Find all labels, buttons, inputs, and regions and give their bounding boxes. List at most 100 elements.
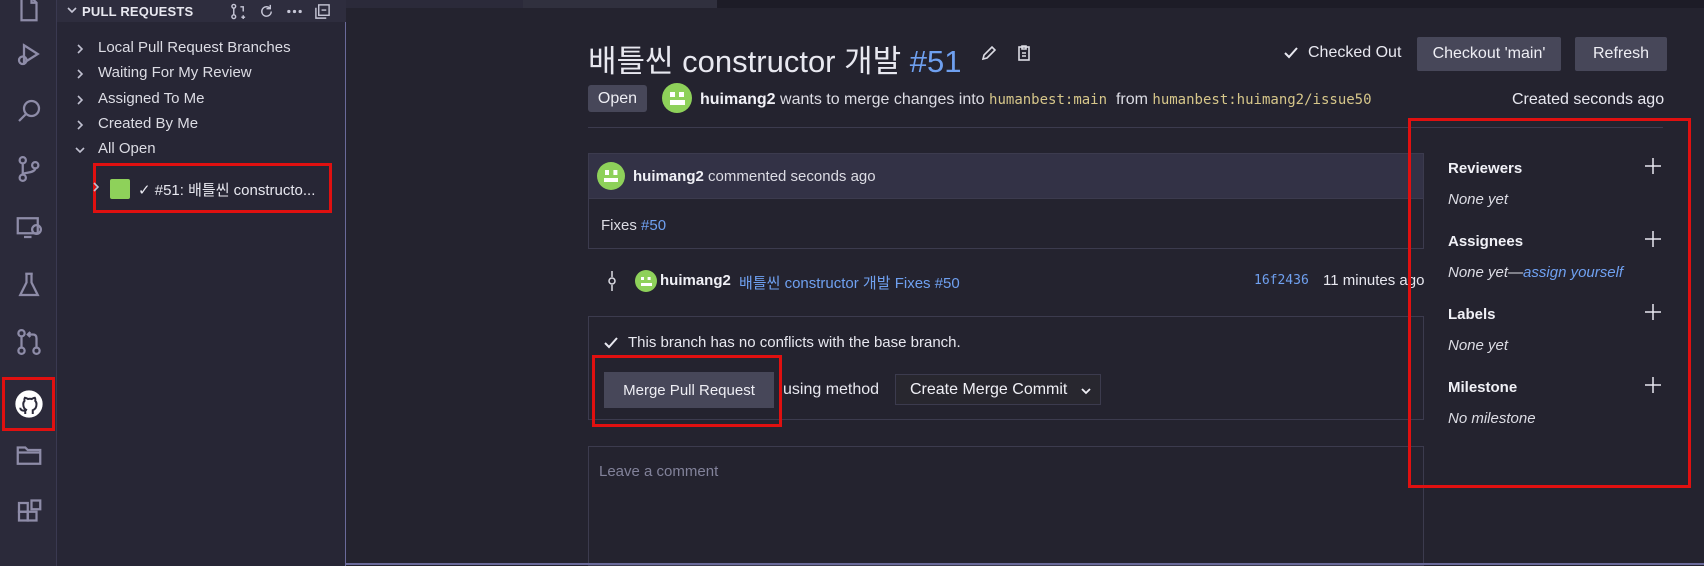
chevron-right-icon xyxy=(74,42,86,54)
merge-box: This branch has no conflicts with the ba… xyxy=(588,316,1424,427)
pr-number[interactable]: #51 xyxy=(910,44,962,79)
labels-title: Labels xyxy=(1448,306,1496,323)
tab-strip-empty xyxy=(717,0,1704,8)
merge-status: This branch has no conflicts with the ba… xyxy=(603,334,961,351)
comment-placeholder: Leave a comment xyxy=(599,463,719,480)
commit-sha[interactable]: 16f2436 xyxy=(1254,273,1309,288)
comment-author[interactable]: huimang2 xyxy=(633,168,704,185)
comment-meta: huimang2 commented seconds ago xyxy=(633,168,876,185)
collapse-all-icon[interactable] xyxy=(313,2,331,20)
extensions-icon[interactable] xyxy=(6,490,52,536)
tree-item-all-open[interactable]: All Open xyxy=(57,136,346,161)
tree-item-waiting-review[interactable]: Waiting For My Review xyxy=(57,60,346,85)
tree-item-assigned-to-me[interactable]: Assigned To Me xyxy=(57,86,346,111)
author-name[interactable]: huimang2 xyxy=(700,91,776,108)
tree-item-label: Assigned To Me xyxy=(98,90,205,107)
folder-icon[interactable] xyxy=(6,432,52,478)
tree-item-label: Waiting For My Review xyxy=(98,64,252,81)
comment-header: huimang2 commented seconds ago xyxy=(589,154,1423,199)
comment-body-text: Fixes xyxy=(601,217,637,234)
github-icon[interactable] xyxy=(2,377,55,431)
checked-out-status: Checked Out xyxy=(1283,44,1401,62)
pr-title-text: 배틀씬 constructor 개발 xyxy=(588,44,902,79)
refresh-icon[interactable] xyxy=(257,2,275,20)
panel-border xyxy=(346,563,1704,565)
active-tab[interactable] xyxy=(523,0,717,8)
commit-row: huimang2 배틀씬 constructor 개발 Fixes #50 16… xyxy=(600,270,1425,292)
pull-requests-icon[interactable] xyxy=(6,319,52,365)
tree-item-label: Created By Me xyxy=(98,115,199,132)
copy-icon[interactable] xyxy=(1015,44,1033,62)
page-title: 배틀씬 constructor 개발 #51 xyxy=(588,36,962,81)
reviewers-title: Reviewers xyxy=(1448,160,1523,177)
check-icon xyxy=(1284,47,1298,59)
run-debug-icon[interactable] xyxy=(6,31,52,77)
tree-item-label: All Open xyxy=(98,140,156,157)
pr-header-line: huimang2 wants to merge changes into hum… xyxy=(700,91,1372,109)
assignees-title: Assignees xyxy=(1448,233,1524,250)
add-assignee-icon[interactable] xyxy=(1644,230,1662,248)
avatar xyxy=(635,270,657,292)
merge-method-value: Create Merge Commit xyxy=(910,380,1068,398)
refresh-button[interactable]: Refresh xyxy=(1575,37,1667,71)
chevron-down-icon xyxy=(1080,384,1092,396)
assignees-section: Assignees None yet—assign yourself xyxy=(1448,233,1668,281)
add-label-icon[interactable] xyxy=(1644,303,1662,321)
chevron-right-icon xyxy=(90,180,102,198)
sidebar-details-panel: Reviewers None yet Assignees None yet—as… xyxy=(1408,118,1691,488)
activity-bar xyxy=(0,0,57,566)
tab-strip xyxy=(346,0,523,8)
pull-request-label: ✓ #51: 배틀씬 constructo... xyxy=(138,182,316,199)
more-actions-icon[interactable] xyxy=(285,2,303,20)
chevron-right-icon xyxy=(74,93,86,105)
using-method-label: using method xyxy=(783,381,880,398)
chevron-right-icon xyxy=(74,67,86,79)
milestone-value: No milestone xyxy=(1448,410,1536,427)
merge-status-text: This branch has no conflicts with the ba… xyxy=(628,334,961,351)
comment-time: commented seconds ago xyxy=(708,168,876,185)
merge-pull-request-button[interactable]: Merge Pull Request xyxy=(604,372,774,408)
merge-button-highlight: Merge Pull Request xyxy=(592,355,782,427)
commit-icon xyxy=(605,271,619,291)
checked-out-label: Checked Out xyxy=(1308,44,1402,61)
edit-icon[interactable] xyxy=(980,44,998,62)
avatar xyxy=(110,179,130,199)
chevron-down-icon xyxy=(74,143,86,155)
avatar xyxy=(597,162,625,190)
milestone-section: Milestone No milestone xyxy=(1448,379,1668,427)
comment-body: Fixes #50 xyxy=(601,217,666,234)
base-branch: humanbest:main xyxy=(989,92,1108,108)
issue-link[interactable]: #50 xyxy=(641,217,666,234)
source-control-icon[interactable] xyxy=(6,146,52,192)
comment-textarea[interactable]: Leave a comment xyxy=(588,446,1424,566)
testing-icon[interactable] xyxy=(6,262,52,308)
comment-card: huimang2 commented seconds ago Fixes #50 xyxy=(588,153,1424,249)
pull-requests-sidebar: PULL REQUESTS Local Pull Request Branche… xyxy=(57,0,346,566)
chevron-right-icon xyxy=(74,118,86,130)
commit-message[interactable]: 배틀씬 constructor 개발 Fixes #50 xyxy=(739,272,960,293)
status-badge: Open xyxy=(588,85,647,112)
search-icon[interactable] xyxy=(6,88,52,134)
checkout-main-button[interactable]: Checkout 'main' xyxy=(1417,37,1561,71)
reviewers-section: Reviewers None yet xyxy=(1448,160,1668,208)
assign-yourself-link[interactable]: assign yourself xyxy=(1523,264,1623,281)
tree-item-label: Local Pull Request Branches xyxy=(98,39,291,56)
remote-explorer-icon[interactable] xyxy=(6,204,52,250)
explorer-icon[interactable] xyxy=(6,0,52,32)
sidebar-title: PULL REQUESTS xyxy=(82,4,194,19)
sidebar-header: PULL REQUESTS xyxy=(57,0,346,22)
add-reviewer-icon[interactable] xyxy=(1644,157,1662,175)
create-pull-request-icon[interactable] xyxy=(229,2,247,20)
tree-item-created-by-me[interactable]: Created By Me xyxy=(57,111,346,136)
pull-request-item[interactable]: ✓ #51: 배틀씬 constructo... xyxy=(93,163,332,213)
labels-section: Labels None yet xyxy=(1448,306,1668,354)
add-milestone-icon[interactable] xyxy=(1644,376,1662,394)
chevron-down-icon[interactable] xyxy=(65,3,79,17)
merge-method-select[interactable]: Create Merge Commit xyxy=(895,374,1101,405)
assignees-value-row: None yet—assign yourself xyxy=(1448,264,1668,281)
commit-author[interactable]: huimang2 xyxy=(660,272,731,289)
tree-item-local-branches[interactable]: Local Pull Request Branches xyxy=(57,35,346,60)
created-time: Created seconds ago xyxy=(1512,91,1665,108)
sidebar-actions xyxy=(229,2,331,20)
check-icon xyxy=(604,336,618,348)
